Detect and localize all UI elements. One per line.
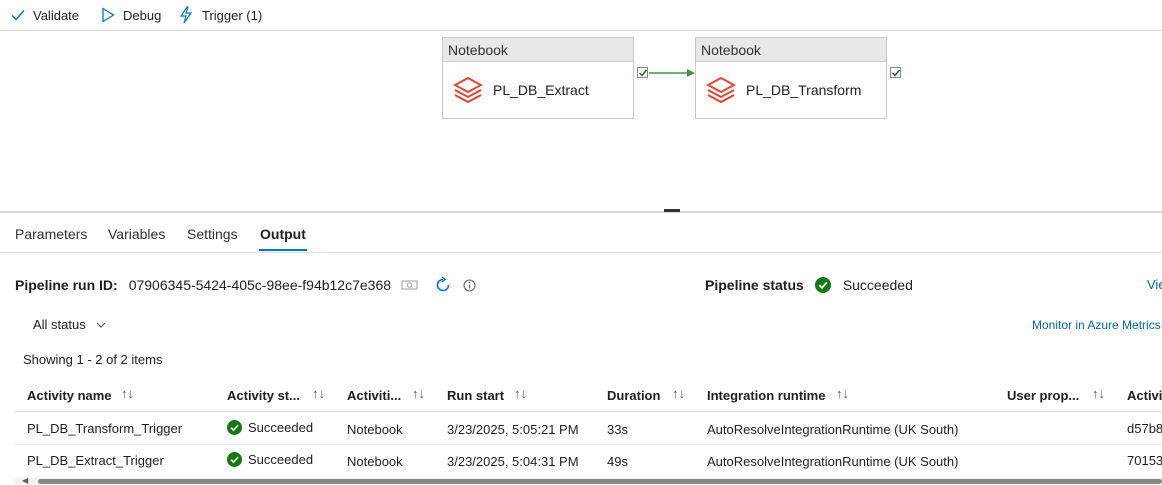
sort-icon[interactable]: ↑↓ <box>312 386 325 401</box>
duration-cell: 33s <box>607 422 628 437</box>
pipeline-status-row: Pipeline status Succeeded <box>705 275 913 295</box>
integration-runtime-cell: AutoResolveIntegrationRuntime (UK South) <box>707 422 959 437</box>
check-icon <box>638 69 648 77</box>
info-icon[interactable] <box>463 279 476 292</box>
success-icon <box>227 452 242 467</box>
duration-cell: 49s <box>607 454 628 469</box>
row-divider <box>15 444 1162 445</box>
items-count: Showing 1 - 2 of 2 items <box>23 352 163 367</box>
column-header-activity-name[interactable]: Activity name <box>27 388 112 403</box>
horizontal-scrollbar-thumb[interactable] <box>38 479 1162 484</box>
integration-runtime-cell: AutoResolveIntegrationRuntime (UK South) <box>707 454 959 469</box>
activity-status-cell: Succeeded <box>227 452 313 467</box>
activity-type-cell: Notebook <box>347 422 403 437</box>
databricks-icon <box>706 76 736 104</box>
pipeline-status-value: Succeeded <box>842 277 913 293</box>
column-header-duration[interactable]: Duration <box>607 388 660 403</box>
activity-name: PL_DB_Extract <box>493 82 589 98</box>
active-tab-indicator <box>259 249 307 251</box>
activity-type-cell: Notebook <box>347 454 403 469</box>
activity-run-id-cell[interactable]: 70153 <box>1127 453 1162 468</box>
monitor-azure-metrics-link[interactable]: Monitor in Azure Metrics <box>1032 318 1161 332</box>
refresh-icon[interactable] <box>434 276 452 294</box>
success-icon <box>227 420 242 435</box>
activity-status-cell: Succeeded <box>227 420 313 435</box>
activity-name-cell[interactable]: PL_DB_Transform_Trigger <box>27 421 182 436</box>
sort-icon[interactable]: ↑↓ <box>121 386 134 401</box>
success-icon <box>814 277 831 293</box>
sort-icon[interactable]: ↑↓ <box>412 386 425 401</box>
sort-icon[interactable]: ↑↓ <box>672 386 685 401</box>
tab-variables[interactable]: Variables <box>108 226 165 242</box>
sort-icon[interactable]: ↑↓ <box>836 386 849 401</box>
view-link[interactable]: Vie <box>1147 277 1162 292</box>
bottom-panel-tabs: Parameters Variables Settings Output <box>0 216 1162 253</box>
node-type-label: Notebook <box>696 38 886 62</box>
column-header-integration-runtime[interactable]: Integration runtime <box>707 388 825 403</box>
run-start-cell: 3/23/2025, 5:05:21 PM <box>447 422 579 437</box>
splitter-handle[interactable] <box>664 209 680 212</box>
run-start-cell: 3/23/2025, 5:04:31 PM <box>447 454 579 469</box>
panel-splitter[interactable] <box>0 211 1162 213</box>
check-icon <box>891 69 901 77</box>
column-header-activity-run-id[interactable]: Activit <box>1127 388 1162 403</box>
validate-label: Validate <box>33 7 80 23</box>
tab-parameters[interactable]: Parameters <box>15 226 87 242</box>
activity-node-extract[interactable]: Notebook PL_DB_Extract <box>442 37 634 119</box>
column-header-user-properties[interactable]: User prop... <box>1007 388 1079 403</box>
run-id-label: Pipeline run ID: <box>15 277 118 293</box>
status-text: Succeeded <box>248 452 314 467</box>
trigger-label: Trigger (1) <box>202 7 263 23</box>
success-connector-arrow[interactable] <box>649 68 697 78</box>
sort-icon[interactable]: ↑↓ <box>514 386 527 401</box>
header-divider <box>15 411 1162 412</box>
debug-button[interactable]: Debug <box>101 5 161 25</box>
node-type-label: Notebook <box>443 38 633 62</box>
trigger-button[interactable]: Trigger (1) <box>178 5 262 25</box>
activity-run-id-cell[interactable]: d57b8 <box>1127 421 1162 436</box>
checkmark-icon <box>11 10 25 21</box>
activity-name-cell[interactable]: PL_DB_Extract_Trigger <box>27 453 164 468</box>
lightning-icon <box>179 6 193 24</box>
status-text: Succeeded <box>248 420 314 435</box>
column-header-run-start[interactable]: Run start <box>447 388 504 403</box>
column-header-activity-status[interactable]: Activity st... <box>227 388 300 403</box>
pipeline-status-label: Pipeline status <box>705 277 804 293</box>
validate-button[interactable]: Validate <box>11 5 79 25</box>
play-icon <box>102 7 115 23</box>
status-filter-dropdown[interactable]: All status <box>33 317 106 332</box>
success-output-checkbox[interactable] <box>637 67 648 78</box>
tab-settings[interactable]: Settings <box>187 226 238 242</box>
debug-label: Debug <box>123 7 162 23</box>
activity-node-transform[interactable]: Notebook PL_DB_Transform <box>695 37 887 119</box>
chevron-down-icon <box>96 322 106 328</box>
run-id-row: Pipeline run ID: 07906345-5424-405c-98ee… <box>15 275 476 295</box>
success-output-checkbox[interactable] <box>890 67 901 78</box>
pipeline-canvas[interactable]: Notebook PL_DB_Extract Notebook PL_DB_Tr… <box>0 31 1162 211</box>
databricks-icon <box>453 76 483 104</box>
tab-output[interactable]: Output <box>260 226 306 242</box>
run-id-value: 07906345-5424-405c-98ee-f94b12c7e368 <box>128 277 392 293</box>
sort-icon[interactable]: ↑↓ <box>1092 386 1105 401</box>
activity-name: PL_DB_Transform <box>746 82 862 98</box>
status-filter-value: All status <box>33 317 86 332</box>
toolbar: Validate Debug Trigger (1) <box>0 0 1162 31</box>
column-header-activity-type[interactable]: Activiti... <box>347 388 401 403</box>
copy-icon[interactable] <box>401 279 419 291</box>
